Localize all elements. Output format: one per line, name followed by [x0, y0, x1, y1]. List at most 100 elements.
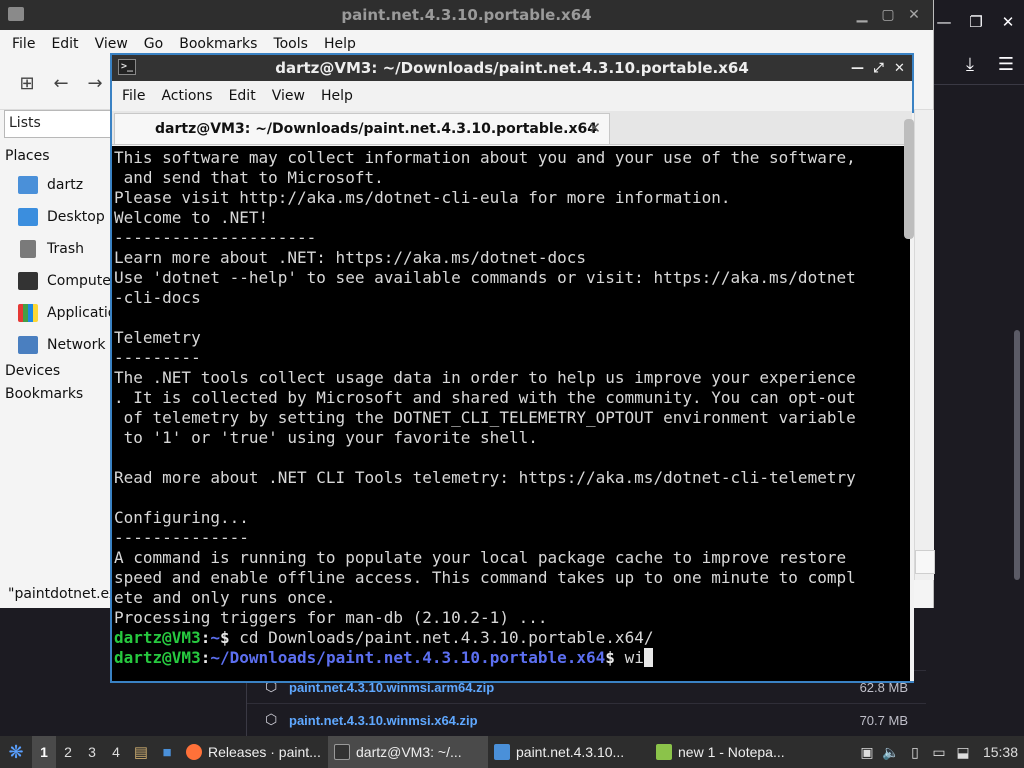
update-notifier-icon[interactable]: ⬓ [951, 744, 975, 761]
terminal-line: and send that to Microsoft. [123, 168, 384, 187]
close-icon[interactable]: ✕ [889, 55, 910, 81]
terminal-menubar: File Actions Edit View Help [112, 81, 912, 111]
menu-icon[interactable]: ☰ [988, 48, 1024, 80]
terminal-menu-file[interactable]: File [116, 88, 151, 104]
sidebar-item-label: Trash [47, 241, 84, 257]
workspace-1[interactable]: 1 [32, 736, 56, 768]
sidebar-item-home[interactable]: dartz [18, 172, 118, 198]
new-tab-icon[interactable]: ⊞ [10, 73, 44, 94]
fm-scroll-handle[interactable] [915, 550, 935, 574]
sidebar-item-label: dartz [47, 177, 84, 193]
terminal-scrollbar[interactable] [904, 113, 914, 681]
downloads-icon[interactable]: ⤓ [952, 48, 988, 80]
places-heading[interactable]: Places [5, 148, 50, 164]
fm-statusbar: "paintdotnet.exe" [8, 586, 112, 602]
prompt-separator: : [200, 648, 211, 667]
browser-toolbar: ⤓ ☰ [952, 48, 1024, 80]
fm-menu-help[interactable]: Help [316, 36, 364, 52]
maximize-icon[interactable]: ❐ [960, 0, 992, 44]
fm-window-controls: ▁ ▢ ✕ [849, 0, 927, 30]
workspace-3[interactable]: 3 [80, 744, 104, 760]
sidebar-item-desktop[interactable]: Desktop [18, 204, 118, 230]
task-file-manager[interactable]: paint.net.4.3.10... [488, 736, 650, 768]
back-icon[interactable]: ← [44, 73, 78, 94]
clock[interactable]: 15:38 [975, 744, 1024, 760]
show-desktop-icon[interactable]: ■ [154, 736, 180, 768]
package-icon: ⬡ [265, 712, 278, 728]
fm-menu-view[interactable]: View [87, 36, 136, 52]
maximize-icon[interactable]: ⤢ [868, 55, 889, 81]
workspace-2[interactable]: 2 [56, 744, 80, 760]
fm-title: paint.net.4.3.10.portable.x64 [341, 6, 592, 24]
file-manager-launcher-icon[interactable]: ▤ [128, 736, 154, 768]
terminal-icon [334, 744, 350, 760]
task-label: Releases · paint... [208, 744, 321, 760]
sidebar-item-applications[interactable]: Applications [18, 300, 118, 326]
terminal-line: Please visit http://aka.ms/dotnet-cli-eu… [114, 188, 731, 207]
fm-menu-file[interactable]: File [4, 36, 43, 52]
terminal-line: --------- [114, 348, 201, 367]
terminal-line: Welcome to .NET! [114, 208, 269, 227]
system-tray: ▣ 🔈 ▯ ▭ ⬓ 15:38 [855, 736, 1024, 768]
prompt-user: dartz@VM3 [114, 628, 201, 647]
browser-scrollbar[interactable] [1014, 330, 1020, 580]
terminal-line: ete and only runs once. [114, 588, 336, 607]
clipboard-icon[interactable]: ▯ [903, 744, 927, 761]
terminal-icon: >_ [118, 59, 136, 75]
terminal-tab[interactable]: dartz@VM3: ~/Downloads/paint.net.4.3.10.… [114, 113, 610, 144]
asset-link[interactable]: paint.net.4.3.10.winmsi.x64.zip [289, 713, 860, 728]
terminal-menu-view[interactable]: View [266, 88, 311, 104]
bookmarks-heading[interactable]: Bookmarks [5, 386, 83, 402]
terminal-titlebar[interactable]: >_ dartz@VM3: ~/Downloads/paint.net.4.3.… [112, 55, 912, 81]
terminal-window-controls: — ⤢ ✕ [847, 55, 910, 81]
terminal-line: to '1' or 'true' using your favorite she… [123, 428, 538, 447]
prompt-path: ~/Downloads/paint.net.4.3.10.portable.x6… [210, 648, 606, 667]
terminal-menu-edit[interactable]: Edit [223, 88, 262, 104]
screenshot-tool-icon[interactable]: ▣ [855, 744, 879, 761]
sidebar-item-network[interactable]: Network [18, 332, 118, 358]
close-tab-icon[interactable]: ✕ [588, 119, 601, 137]
fm-scrollbar[interactable] [914, 110, 935, 580]
terminal-menu-help[interactable]: Help [315, 88, 359, 104]
terminal-line: Telemetry [114, 328, 201, 347]
forward-icon[interactable]: → [78, 73, 112, 94]
fm-menu-bookmarks[interactable]: Bookmarks [171, 36, 265, 52]
sidebar-item-trash[interactable]: Trash [18, 236, 118, 262]
minimize-icon[interactable]: — [847, 55, 868, 81]
asset-size: 70.7 MB [859, 712, 908, 728]
terminal-line: This software may collect information ab… [114, 148, 856, 167]
minimize-icon[interactable]: ▁ [849, 0, 875, 30]
start-menu-icon[interactable]: ❋ [0, 736, 32, 768]
terminal-line: -cli-docs [114, 288, 201, 307]
terminal-line: Processing triggers for man-db (2.10.2-1… [114, 608, 548, 627]
close-icon[interactable]: ✕ [901, 0, 927, 30]
workspace-4[interactable]: 4 [104, 744, 128, 760]
task-label: paint.net.4.3.10... [516, 744, 625, 760]
task-terminal[interactable]: dartz@VM3: ~/... [328, 736, 488, 768]
terminal-output[interactable]: This software may collect information ab… [112, 146, 910, 681]
terminal-line: Learn more about .NET: https://aka.ms/do… [114, 248, 587, 267]
computer-icon [18, 272, 38, 290]
sidebar-item-computer[interactable]: Computer [18, 268, 118, 294]
sidebar-mode-select[interactable]: Lists [4, 110, 114, 138]
devices-heading[interactable]: Devices [5, 363, 60, 379]
fm-menu-tools[interactable]: Tools [265, 36, 316, 52]
terminal-window: >_ dartz@VM3: ~/Downloads/paint.net.4.3.… [110, 53, 914, 683]
maximize-icon[interactable]: ▢ [875, 0, 901, 30]
close-icon[interactable]: ✕ [992, 0, 1024, 44]
terminal-line: The .NET tools collect usage data in ord… [114, 368, 856, 387]
display-icon[interactable]: ▭ [927, 744, 951, 761]
fm-titlebar[interactable]: paint.net.4.3.10.portable.x64 ▁ ▢ ✕ [0, 0, 933, 30]
prompt-command: cd Downloads/paint.net.4.3.10.portable.x… [239, 628, 654, 647]
terminal-menu-actions[interactable]: Actions [155, 88, 218, 104]
terminal-scroll-thumb[interactable] [904, 119, 914, 239]
terminal-line: . It is collected by Microsoft and share… [114, 388, 856, 407]
task-notepad[interactable]: new 1 - Notepa... [650, 736, 802, 768]
task-label: dartz@VM3: ~/... [356, 744, 462, 760]
volume-icon[interactable]: 🔈 [879, 744, 903, 761]
fm-menu-edit[interactable]: Edit [43, 36, 86, 52]
task-browser[interactable]: Releases · paint... [180, 736, 328, 768]
folder-icon [494, 744, 510, 760]
fm-menu-go[interactable]: Go [136, 36, 171, 52]
asset-row[interactable]: ⬡ paint.net.4.3.10.winmsi.x64.zip 70.7 M… [247, 703, 926, 736]
